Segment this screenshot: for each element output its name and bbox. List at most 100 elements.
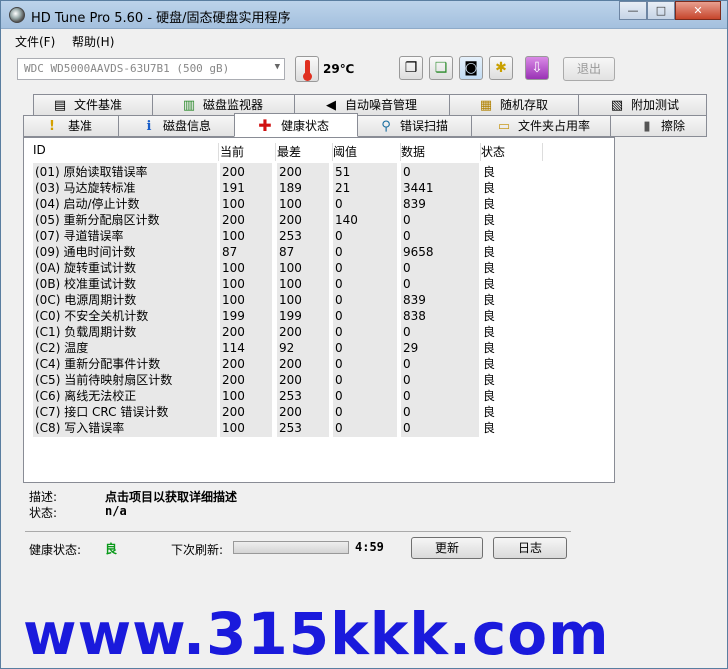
- worst-value[interactable]: 100: [279, 276, 302, 292]
- worst-value[interactable]: 92: [279, 340, 294, 356]
- attribute-name[interactable]: (C2) 温度: [35, 340, 88, 356]
- attribute-status[interactable]: 良: [483, 164, 495, 180]
- worst-value[interactable]: 200: [279, 356, 302, 372]
- raw-data-value[interactable]: 838: [403, 308, 426, 324]
- col-header-worst[interactable]: 最差: [277, 143, 333, 161]
- attribute-status[interactable]: 良: [483, 404, 495, 420]
- current-value[interactable]: 100: [222, 228, 245, 244]
- menu-file[interactable]: 文件(F): [15, 33, 55, 50]
- worst-value[interactable]: 100: [279, 260, 302, 276]
- attribute-status[interactable]: 良: [483, 388, 495, 404]
- threshold-value[interactable]: 51: [335, 164, 350, 180]
- threshold-value[interactable]: 0: [335, 420, 343, 436]
- attribute-name[interactable]: (09) 通电时间计数: [35, 244, 135, 260]
- attribute-status[interactable]: 良: [483, 244, 495, 260]
- current-value[interactable]: 100: [222, 276, 245, 292]
- tab-health[interactable]: ✚ 健康状态: [234, 113, 358, 137]
- worst-value[interactable]: 199: [279, 308, 302, 324]
- attribute-status[interactable]: 良: [483, 420, 495, 436]
- worst-value[interactable]: 200: [279, 404, 302, 420]
- drive-selector[interactable]: WDC WD5000AAVDS-63U7B1 (500 gB) ▼: [17, 58, 285, 80]
- current-value[interactable]: 200: [222, 372, 245, 388]
- worst-value[interactable]: 200: [279, 212, 302, 228]
- raw-data-value[interactable]: 9658: [403, 244, 434, 260]
- threshold-value[interactable]: 0: [335, 388, 343, 404]
- current-value[interactable]: 87: [222, 244, 237, 260]
- threshold-value[interactable]: 0: [335, 196, 343, 212]
- threshold-value[interactable]: 0: [335, 340, 343, 356]
- threshold-value[interactable]: 140: [335, 212, 358, 228]
- threshold-value[interactable]: 0: [335, 260, 343, 276]
- attribute-name[interactable]: (C6) 离线无法校正: [35, 388, 136, 404]
- raw-data-value[interactable]: 3441: [403, 180, 434, 196]
- attribute-status[interactable]: 良: [483, 196, 495, 212]
- copy-screenshot-button[interactable]: ❏: [429, 56, 453, 80]
- attribute-status[interactable]: 良: [483, 356, 495, 372]
- attribute-name[interactable]: (04) 启动/停止计数: [35, 196, 140, 212]
- threshold-value[interactable]: 0: [335, 292, 343, 308]
- attribute-name[interactable]: (07) 寻道错误率: [35, 228, 123, 244]
- attribute-status[interactable]: 良: [483, 308, 495, 324]
- close-button[interactable]: ✕: [675, 1, 721, 20]
- attribute-name[interactable]: (C0) 不安全关机计数: [35, 308, 148, 324]
- refresh-button[interactable]: 更新: [411, 537, 483, 559]
- current-value[interactable]: 200: [222, 212, 245, 228]
- raw-data-value[interactable]: 0: [403, 372, 411, 388]
- attribute-name[interactable]: (C8) 写入错误率: [35, 420, 124, 436]
- tab-file-benchmark[interactable]: ▤ 文件基准: [33, 94, 153, 116]
- attribute-status[interactable]: 良: [483, 212, 495, 228]
- threshold-value[interactable]: 21: [335, 180, 350, 196]
- worst-value[interactable]: 253: [279, 228, 302, 244]
- attribute-name[interactable]: (C1) 负载周期计数: [35, 324, 136, 340]
- raw-data-value[interactable]: 0: [403, 420, 411, 436]
- threshold-value[interactable]: 0: [335, 404, 343, 420]
- current-value[interactable]: 191: [222, 180, 245, 196]
- tab-extra-tests[interactable]: ▧ 附加测试: [578, 94, 707, 116]
- worst-value[interactable]: 200: [279, 372, 302, 388]
- log-button[interactable]: 日志: [493, 537, 567, 559]
- attribute-status[interactable]: 良: [483, 292, 495, 308]
- attribute-status[interactable]: 良: [483, 228, 495, 244]
- copy-text-button[interactable]: ❐: [399, 56, 423, 80]
- col-header-status[interactable]: 状态: [481, 143, 543, 161]
- screenshot-button[interactable]: ◙: [459, 56, 483, 80]
- worst-value[interactable]: 87: [279, 244, 294, 260]
- current-value[interactable]: 114: [222, 340, 245, 356]
- current-value[interactable]: 200: [222, 324, 245, 340]
- worst-value[interactable]: 253: [279, 420, 302, 436]
- col-header-id[interactable]: ID: [33, 143, 219, 161]
- raw-data-value[interactable]: 0: [403, 260, 411, 276]
- current-value[interactable]: 200: [222, 164, 245, 180]
- current-value[interactable]: 100: [222, 196, 245, 212]
- current-value[interactable]: 100: [222, 420, 245, 436]
- raw-data-value[interactable]: 0: [403, 324, 411, 340]
- attribute-status[interactable]: 良: [483, 180, 495, 196]
- minimize-button[interactable]: —: [619, 1, 647, 20]
- tab-error-scan[interactable]: ⚲ 错误扫描: [357, 115, 472, 137]
- attribute-name[interactable]: (C4) 重新分配事件计数: [35, 356, 160, 372]
- attribute-name[interactable]: (0A) 旋转重试计数: [35, 260, 136, 276]
- attribute-name[interactable]: (C7) 接口 CRC 错误计数: [35, 404, 168, 420]
- tab-disk-info[interactable]: i 磁盘信息: [118, 115, 235, 137]
- raw-data-value[interactable]: 0: [403, 212, 411, 228]
- tab-benchmark[interactable]: ! 基准: [23, 115, 119, 137]
- threshold-value[interactable]: 0: [335, 356, 343, 372]
- worst-value[interactable]: 100: [279, 196, 302, 212]
- current-value[interactable]: 199: [222, 308, 245, 324]
- worst-value[interactable]: 253: [279, 388, 302, 404]
- col-header-data[interactable]: 数据: [401, 143, 481, 161]
- threshold-value[interactable]: 0: [335, 228, 343, 244]
- attribute-status[interactable]: 良: [483, 260, 495, 276]
- raw-data-value[interactable]: 29: [403, 340, 418, 356]
- worst-value[interactable]: 189: [279, 180, 302, 196]
- current-value[interactable]: 100: [222, 292, 245, 308]
- threshold-value[interactable]: 0: [335, 324, 343, 340]
- save-button[interactable]: ⇩: [525, 56, 549, 80]
- exit-button[interactable]: 退出: [563, 57, 615, 81]
- tab-erase[interactable]: ▮ 擦除: [610, 115, 707, 137]
- smart-table[interactable]: ID 当前 最差 阈值 数据 状态 (01) 原始读取错误率 200 200 51 0 良…: [25, 139, 613, 482]
- attribute-name[interactable]: (0C) 电源周期计数: [35, 292, 136, 308]
- threshold-value[interactable]: 0: [335, 244, 343, 260]
- threshold-value[interactable]: 0: [335, 372, 343, 388]
- attribute-name[interactable]: (0B) 校准重试计数: [35, 276, 136, 292]
